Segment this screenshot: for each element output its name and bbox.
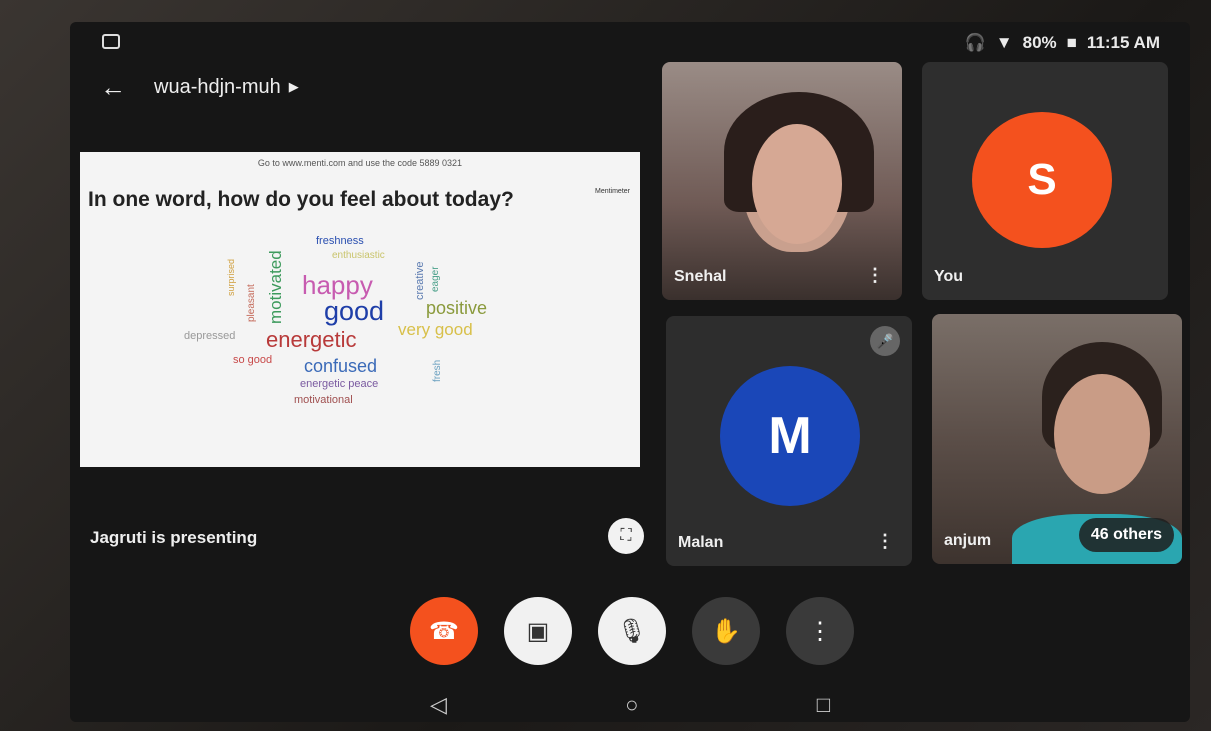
participant-name: You bbox=[934, 268, 964, 285]
word-cloud-word: motivated bbox=[266, 250, 285, 324]
more-options-icon[interactable]: ⋮ bbox=[876, 531, 894, 552]
word-cloud-word: fresh bbox=[432, 359, 443, 382]
nav-back-icon[interactable]: ◁ bbox=[430, 692, 447, 718]
presenting-label: Jagruti is presenting bbox=[90, 528, 258, 547]
camera-off-icon: ▣ bbox=[526, 617, 550, 645]
participant-face bbox=[752, 124, 842, 244]
battery-icon: ■ bbox=[1066, 33, 1077, 52]
word-cloud-word: freshness bbox=[316, 235, 364, 247]
participant-name: anjum bbox=[944, 532, 992, 549]
participant-name: Snehal bbox=[674, 268, 727, 285]
word-cloud-word: motivational bbox=[294, 394, 353, 406]
tablet-screen: 🎧 ▼ 80% ■ 11:15 AM ← wua-hdjn-muh ▶ ⟲ 🎧 … bbox=[70, 22, 1190, 722]
word-cloud-word: good bbox=[324, 296, 385, 326]
meeting-header: ← wua-hdjn-muh ▶ bbox=[100, 72, 299, 102]
participant-tile-snehal[interactable]: Snehal ⋮ bbox=[662, 62, 902, 300]
more-vert-icon: ⋮ bbox=[808, 617, 832, 645]
caret-right-icon[interactable]: ▶ bbox=[289, 79, 299, 95]
raise-hand-button[interactable]: ✋ bbox=[692, 597, 760, 665]
fullscreen-icon: ⛶ bbox=[620, 527, 632, 544]
participant-face bbox=[1054, 374, 1150, 494]
status-right: 🎧 ▼ 80% ■ 11:15 AM bbox=[965, 33, 1160, 53]
avatar: M bbox=[720, 366, 860, 506]
battery-percent: 80% bbox=[1022, 33, 1057, 52]
phone-hangup-icon: ☎ bbox=[429, 617, 459, 645]
slide-question: In one word, how do you feel about today… bbox=[88, 188, 514, 211]
word-cloud-word: confused bbox=[304, 356, 378, 376]
slide-hint: Go to www.menti.com and use the code 588… bbox=[257, 158, 463, 168]
cast-icon bbox=[102, 34, 120, 49]
nav-home-icon[interactable]: ○ bbox=[625, 692, 638, 718]
avatar: S bbox=[972, 112, 1112, 248]
word-cloud-word: so good bbox=[233, 354, 273, 366]
wifi-icon: ▼ bbox=[995, 33, 1013, 52]
muted-mic-icon: 🎤 bbox=[870, 326, 900, 356]
headphones-icon: 🎧 bbox=[964, 33, 986, 52]
word-cloud-word: enthusiastic bbox=[332, 250, 385, 261]
word-cloud-word: creative bbox=[414, 261, 426, 300]
status-bar: 🎧 ▼ 80% ■ 11:15 AM bbox=[70, 22, 1190, 62]
android-nav-bar: ◁ ○ □ bbox=[430, 692, 830, 718]
participant-tile-you[interactable]: S You bbox=[922, 62, 1168, 300]
word-cloud-word: very good bbox=[398, 320, 473, 339]
camera-toggle-button[interactable]: ▣ bbox=[504, 597, 572, 665]
others-count-badge[interactable]: 46 others bbox=[1078, 518, 1174, 552]
word-cloud-word: energetic peace bbox=[300, 378, 379, 390]
back-arrow-icon[interactable]: ← bbox=[100, 72, 126, 103]
participant-tile-anjum[interactable]: anjum 46 others bbox=[932, 314, 1182, 564]
word-cloud-word: eager bbox=[430, 266, 441, 292]
participant-name: Malan bbox=[678, 534, 724, 551]
word-cloud-word: surprised bbox=[226, 258, 236, 296]
more-options-icon[interactable]: ⋮ bbox=[866, 265, 884, 286]
clock: 11:15 AM bbox=[1086, 33, 1160, 52]
nav-recents-icon[interactable]: □ bbox=[817, 692, 830, 718]
word-cloud-word: energetic bbox=[266, 327, 357, 352]
mic-off-icon: 🎙 bbox=[616, 617, 648, 645]
mentimeter-logo: Mentimeter bbox=[594, 188, 630, 195]
participant-tile-malan[interactable]: 🎤 M Malan ⋮ bbox=[666, 316, 912, 566]
mic-toggle-button[interactable]: 🎙 bbox=[598, 597, 666, 665]
hand-icon: ✋ bbox=[711, 617, 741, 645]
presentation-slide: Go to www.menti.com and use the code 588… bbox=[80, 152, 640, 467]
word-cloud-word: positive bbox=[426, 298, 488, 318]
word-cloud-word: depressed bbox=[184, 330, 236, 342]
call-controls: ☎ ▣ 🎙 ✋ ⋮ bbox=[410, 597, 854, 665]
meeting-code[interactable]: wua-hdjn-muh bbox=[154, 76, 281, 99]
fullscreen-button[interactable]: ⛶ bbox=[608, 518, 644, 554]
word-cloud-word: pleasant bbox=[246, 284, 257, 322]
more-options-button[interactable]: ⋮ bbox=[786, 597, 854, 665]
end-call-button[interactable]: ☎ bbox=[410, 597, 478, 665]
